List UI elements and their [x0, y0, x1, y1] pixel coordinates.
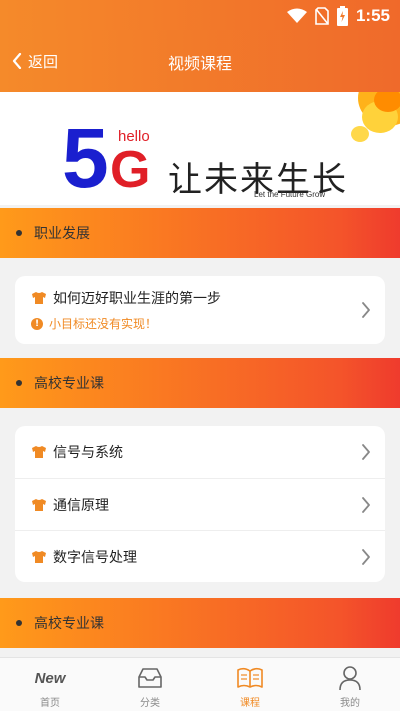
chevron-right-icon [362, 444, 370, 460]
banner-digit: 5 [62, 111, 109, 205]
tshirt-icon [31, 497, 47, 513]
course-title: 通信原理 [53, 497, 109, 514]
battery-charging-icon [336, 6, 348, 26]
section-title: 职业发展 [34, 226, 90, 242]
section-header-university: 高校专业课 [0, 358, 400, 408]
banner-slogan-en: Let the Future Grow [254, 190, 326, 199]
progress-notice: ! 小目标还没有实现！ [31, 315, 385, 332]
tab-label: 我的 [340, 698, 360, 709]
tshirt-icon [31, 549, 47, 565]
course-title: 如何迈好职业生涯的第一步 [53, 291, 221, 307]
course-item[interactable]: 如何迈好职业生涯的第一步 ! 小目标还没有实现！ [15, 276, 385, 344]
course-title: 信号与系统 [53, 445, 123, 461]
course-card-university: 信号与系统 通信原理 数字信号处理 [15, 426, 385, 582]
bullet-dot [16, 380, 22, 386]
book-icon [236, 664, 264, 692]
wifi-icon [286, 8, 307, 23]
status-icons: 1:55 [286, 4, 390, 28]
inbox-icon [136, 664, 164, 692]
tshirt-icon [31, 290, 47, 306]
course-title: 数字信号处理 [53, 549, 137, 566]
course-card-career: 如何迈好职业生涯的第一步 ! 小目标还没有实现！ [15, 276, 385, 344]
chevron-right-icon [362, 496, 370, 513]
info-icon: ! [31, 317, 43, 330]
course-item[interactable]: 通信原理 [15, 478, 385, 530]
bullet-dot [16, 230, 22, 236]
new-logo-text: New [34, 669, 66, 687]
tshirt-icon [31, 444, 47, 460]
status-time: 1:55 [355, 6, 390, 25]
section-title: 高校专业课 [34, 376, 104, 392]
section-header-career: 职业发展 [0, 208, 400, 258]
tab-label: 首页 [40, 698, 60, 709]
bullet-dot [16, 620, 22, 626]
course-item[interactable]: 信号与系统 [15, 426, 385, 478]
banner-logo: 5 hello G 让未来生长 Let the Future Grow [62, 116, 352, 200]
page-title: 视频课程 [167, 54, 232, 73]
tab-course[interactable]: 课程 [200, 658, 300, 711]
tab-home[interactable]: New 首页 [0, 658, 100, 711]
app-bar: 返回 视频课程 [0, 30, 400, 92]
tab-profile[interactable]: 我的 [300, 658, 400, 711]
section-title: 高校专业课 [34, 616, 104, 632]
banner-letter: G [110, 141, 151, 199]
person-icon [336, 664, 364, 692]
tab-category[interactable]: 分类 [100, 658, 200, 711]
course-item[interactable]: 数字信号处理 [15, 530, 385, 582]
chevron-right-icon [362, 302, 370, 318]
section-header-university-2: 高校专业课 [0, 598, 400, 648]
promo-banner[interactable]: 5 hello G 让未来生长 Let the Future Grow [0, 92, 400, 205]
tab-label: 课程 [240, 698, 260, 709]
status-bar: 1:55 [0, 0, 400, 30]
no-sim-icon [315, 7, 329, 25]
tab-label: 分类 [140, 698, 160, 709]
chevron-right-icon [362, 548, 370, 565]
bottom-tab-bar: New 首页 分类 课程 我的 [0, 657, 400, 711]
notice-text: 小目标还没有实现！ [49, 317, 158, 331]
new-badge-icon: New [34, 664, 66, 692]
